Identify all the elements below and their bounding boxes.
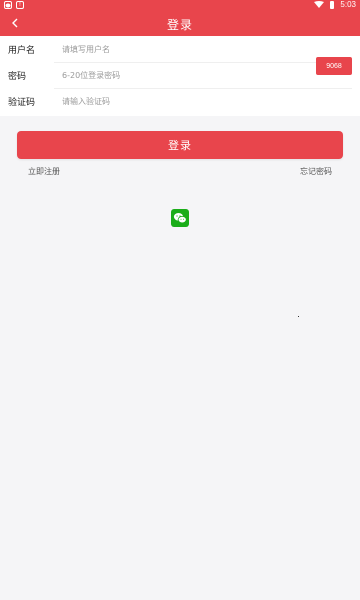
captcha-input[interactable] xyxy=(62,91,252,111)
status-bar: ! 5:03 xyxy=(0,0,360,10)
wechat-login-button[interactable] xyxy=(171,209,189,227)
stray-dot xyxy=(298,316,299,317)
username-input[interactable] xyxy=(62,39,292,59)
password-input[interactable] xyxy=(62,65,292,85)
username-row: 用户名 xyxy=(0,36,360,62)
password-label: 密码 xyxy=(8,71,27,82)
forgot-password-link[interactable]: 忘记密码 xyxy=(300,166,332,177)
login-button[interactable]: 登录 xyxy=(17,131,343,159)
status-right: 5:03 xyxy=(314,0,356,9)
page-title: 登录 xyxy=(166,18,193,32)
register-link[interactable]: 立即注册 xyxy=(28,166,60,177)
battery-icon xyxy=(330,0,335,9)
wechat-icon xyxy=(173,213,187,224)
password-row: 密码 xyxy=(0,62,360,88)
username-label: 用户名 xyxy=(8,45,36,56)
captcha-label: 验证码 xyxy=(8,97,36,108)
app-header: 登录 xyxy=(0,10,360,36)
wifi-icon xyxy=(314,1,325,8)
captcha-code-button[interactable]: 9068 xyxy=(316,57,352,75)
alert-notification-icon: ! xyxy=(16,1,24,9)
captcha-row: 验证码 xyxy=(0,88,360,114)
chat-notification-icon xyxy=(4,1,12,9)
login-form: 用户名 密码 验证码 xyxy=(0,36,360,116)
status-time: 5:03 xyxy=(340,0,356,9)
status-left: ! xyxy=(4,1,24,9)
